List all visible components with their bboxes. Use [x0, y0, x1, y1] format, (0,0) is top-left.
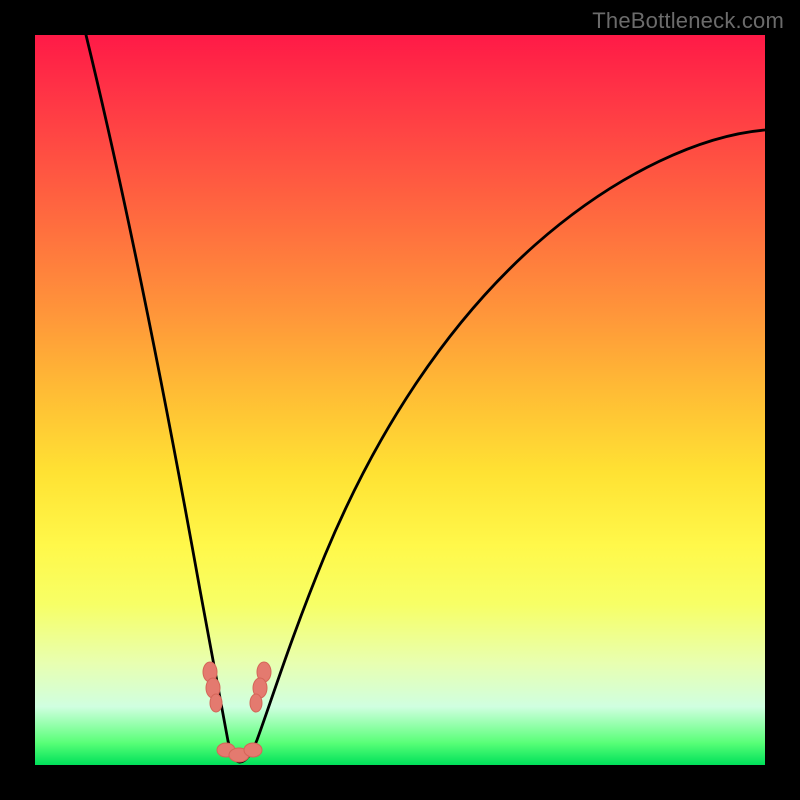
watermark-text: TheBottleneck.com	[592, 8, 784, 34]
bottleneck-curve	[86, 35, 765, 762]
chart-frame: TheBottleneck.com	[0, 0, 800, 800]
marker-right-pair	[250, 662, 271, 712]
marker-bottom-cluster	[217, 743, 262, 762]
marker-left-pair	[203, 662, 222, 712]
chart-svg	[35, 35, 765, 765]
chart-plot-area	[35, 35, 765, 765]
